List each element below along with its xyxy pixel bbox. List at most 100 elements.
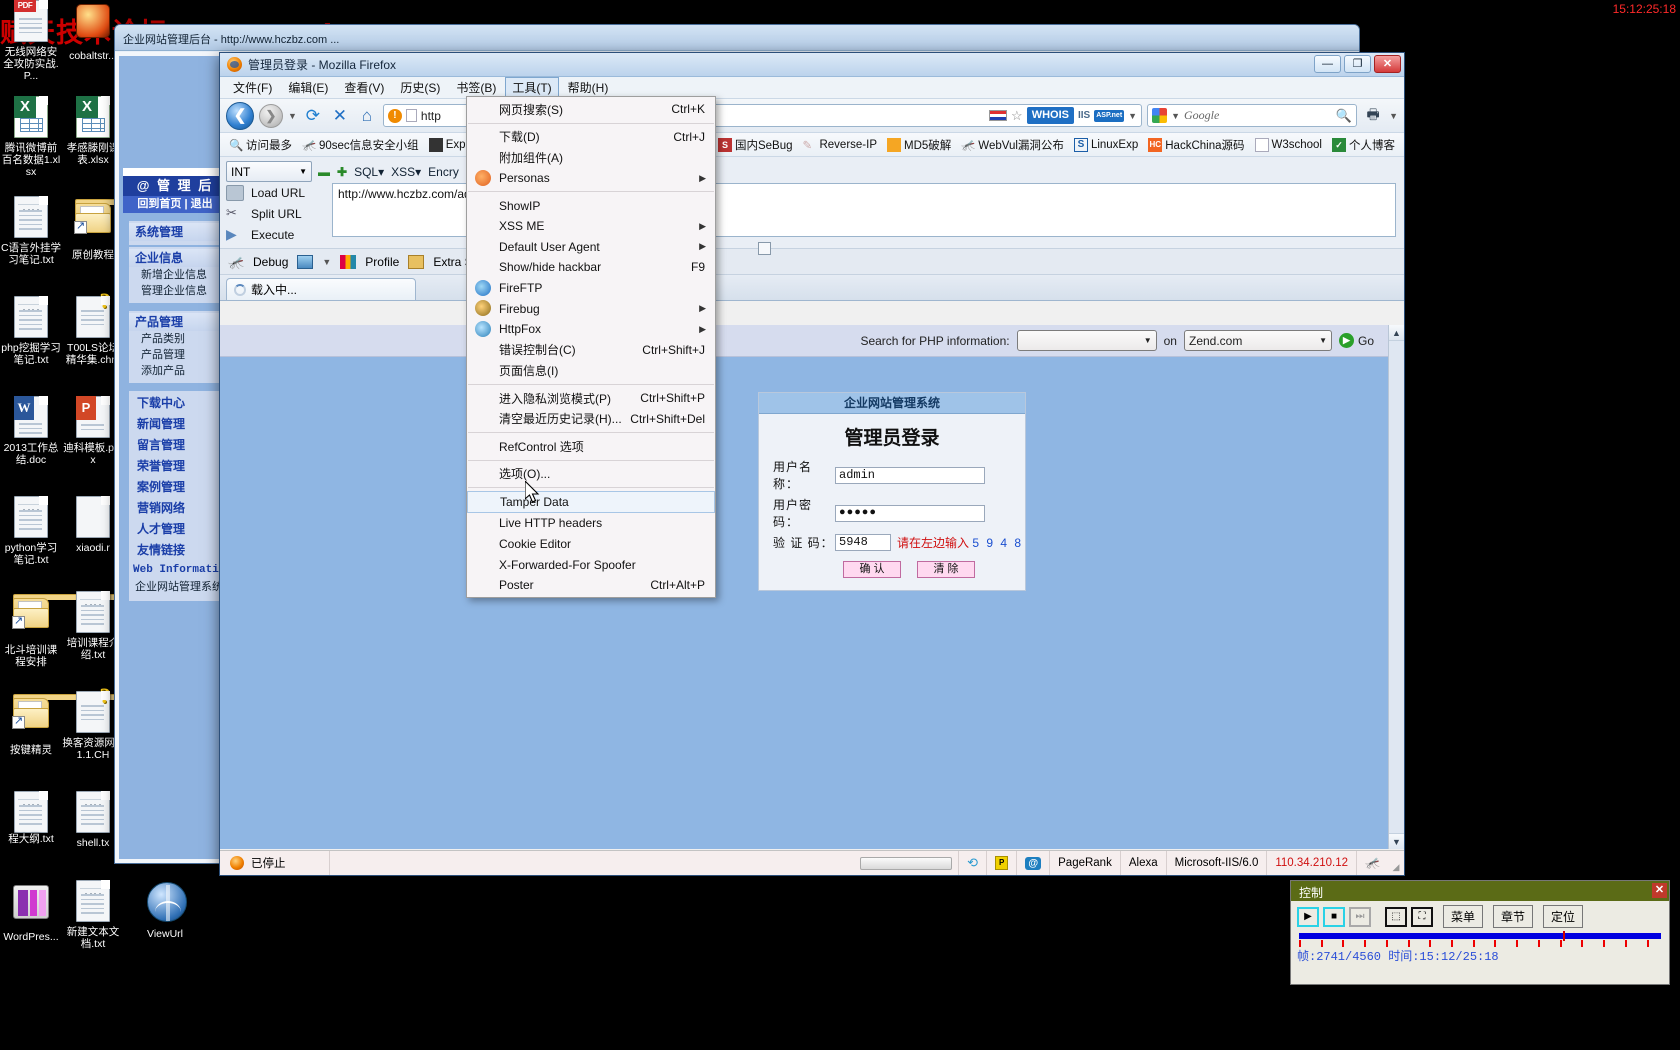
php-search-select[interactable]: ▼	[1016, 330, 1157, 351]
status-at-icon[interactable]: @	[1016, 851, 1049, 875]
stop-icon[interactable]: ✕	[329, 106, 351, 126]
player-control-window[interactable]: 控制 ✕ ▶ ■ ⏭ ⬚ ⛶ 菜单 章节 定位 帧:2741/4560 时间:1…	[1290, 880, 1670, 985]
clear-button[interactable]: 清 除	[917, 561, 975, 578]
chevron-down-icon[interactable]: ▼	[322, 257, 331, 267]
resize-grip[interactable]: ◢	[1388, 851, 1404, 875]
tools-dropdown-menu[interactable]: 网页搜索(S) Ctrl+K 下载(D) Ctrl+J 附加组件(A) Pers…	[466, 96, 716, 599]
search-icon[interactable]: 🔍	[1336, 108, 1352, 124]
minus-icon[interactable]: ▬	[318, 165, 330, 179]
nav-item[interactable]: 新增企业信息	[129, 267, 223, 283]
login-buttons[interactable]: 确 认 清 除	[843, 561, 1025, 578]
window-controls[interactable]: — ❐ ✕	[1314, 55, 1401, 73]
menu-item-poster[interactable]: Poster Ctrl+Alt+P	[467, 575, 715, 596]
secondary-checkbox[interactable]	[758, 241, 772, 255]
nav-group-title[interactable]: 产品管理	[129, 313, 223, 331]
bookmark-90sec[interactable]: 🦟 90sec信息安全小组	[299, 137, 422, 153]
firefox-navigation-toolbar[interactable]: ❮ ❯ ▼ ⟳ ✕ ⌂ ! http ☆ WHOIS IIS ASP.net ▼…	[220, 99, 1404, 133]
nav-link[interactable]: 荣誉管理	[129, 456, 223, 477]
scroll-down-icon[interactable]: ▼	[1389, 833, 1404, 849]
hackbar-sql-menu[interactable]: SQL▾	[354, 165, 384, 179]
menu-item-show-hide-hackbar[interactable]: Show/hide hackbar F9	[467, 257, 715, 278]
menu-item-options[interactable]: 选项(O)...	[467, 464, 715, 485]
menu-item-firebug[interactable]: Firebug ▶	[467, 298, 715, 319]
fullscreen-button[interactable]: ⛶	[1411, 906, 1433, 927]
menu-item-xss-me[interactable]: XSS ME ▶	[467, 216, 715, 237]
chevron-down-icon[interactable]: ▼	[1128, 111, 1137, 121]
status-alexa[interactable]: Alexa	[1119, 851, 1166, 875]
plus-icon[interactable]: ✚	[337, 165, 347, 179]
menu-tools[interactable]: 工具(T)	[505, 77, 559, 98]
sidebar-subnav[interactable]: 回到首页 | 退出	[123, 196, 227, 213]
menu-bookmarks[interactable]: 书签(B)	[449, 77, 503, 98]
hackbar-top-row[interactable]: INT ▼ ▬ ✚ SQL▾ XSS▾ Encry	[226, 161, 1398, 182]
toolbar-overflow-icon[interactable]: ▼	[1389, 111, 1398, 121]
hackbar-panel[interactable]: INT ▼ ▬ ✚ SQL▾ XSS▾ Encry Load URL ✂ Spl…	[220, 157, 1404, 255]
menu-file[interactable]: 文件(F)	[226, 77, 279, 98]
nav-item[interactable]: 添加产品	[129, 363, 223, 379]
vertical-scrollbar[interactable]: ▲ ▼	[1388, 325, 1404, 849]
bookmark-md5[interactable]: MD5破解	[884, 137, 954, 153]
execute-button[interactable]: ▶ Execute	[226, 227, 330, 243]
minimize-button[interactable]: —	[1314, 55, 1341, 73]
hackbar-encrypt-menu[interactable]: Encry	[428, 165, 459, 179]
status-p-icon[interactable]: P	[986, 851, 1016, 875]
status-firebug-icon[interactable]: 🦟	[1356, 851, 1388, 875]
player-titlebar[interactable]: 控制 ✕	[1291, 881, 1669, 901]
whois-button[interactable]: WHOIS	[1026, 107, 1074, 124]
firefox-titlebar[interactable]: 管理员登录 - Mozilla Firefox — ❐ ✕	[220, 53, 1404, 77]
chapter-button[interactable]: 章节	[1493, 905, 1534, 928]
nav-link[interactable]: 营销网络	[129, 498, 223, 519]
desktop-icon-xls-1[interactable]: X 腾讯微博前百名数据1.xlsx	[0, 96, 62, 178]
username-input[interactable]: admin	[835, 466, 985, 484]
iis-icon[interactable]: IIS	[1078, 110, 1090, 122]
menu-item-showip[interactable]: ShowIP	[467, 195, 715, 216]
php-site-select[interactable]: Zend.com ▼	[1183, 330, 1332, 351]
maximize-button[interactable]: ❐	[1344, 55, 1371, 73]
player-button-row[interactable]: ▶ ■ ⏭ ⬚ ⛶ 菜单 章节 定位	[1291, 901, 1669, 928]
close-icon[interactable]: ✕	[1652, 883, 1667, 898]
bookmarks-toolbar[interactable]: 🔍 访问最多 🦟 90sec信息安全小组 Expl S 国内SeBug ✎ Re…	[220, 133, 1404, 157]
hackbar-xss-menu[interactable]: XSS▾	[391, 165, 421, 179]
menu-item-addons[interactable]: 附加组件(A)	[467, 147, 715, 168]
nav-item[interactable]: 管理企业信息	[129, 283, 223, 299]
flag-icon[interactable]	[989, 110, 1008, 121]
hackbar-tool-row[interactable]: ▬ ✚ SQL▾ XSS▾ Encry	[318, 165, 459, 179]
menu-button[interactable]: 菜单	[1443, 905, 1484, 928]
desktop-icon-folder-3[interactable]: 按键精灵	[0, 691, 203, 756]
site-identity-icon[interactable]: !	[387, 108, 402, 123]
load-url-button[interactable]: Load URL	[226, 185, 330, 201]
menu-item-web-search[interactable]: 网页搜索(S) Ctrl+K	[467, 99, 715, 120]
menu-item-x-forwarded-for-spoofer[interactable]: X-Forwarded-For Spoofer	[467, 554, 715, 575]
browser-tab[interactable]: 载入中...	[226, 278, 416, 300]
stop-button[interactable]: ■	[1323, 906, 1345, 927]
menu-item-private-browsing[interactable]: 进入隐私浏览模式(P) Ctrl+Shift+P	[467, 388, 715, 409]
play-button[interactable]: ▶	[1297, 906, 1319, 927]
status-pagerank[interactable]: PageRank	[1049, 851, 1120, 875]
back-button[interactable]: ❮	[226, 101, 254, 130]
hackbar-encoding-select[interactable]: INT ▼	[226, 161, 312, 182]
desktop-icon-folder-2[interactable]: 北斗培训课程安排	[0, 591, 203, 668]
nav-group-title[interactable]: 系统管理	[129, 223, 223, 241]
firefox-status-bar[interactable]: 已停止 ⟲ P @ PageRank Alexa Microsoft-IIS/6…	[220, 850, 1404, 875]
firefox-menubar[interactable]: 文件(F) 编辑(E) 查看(V) 历史(S) 书签(B) 工具(T) 帮助(H…	[220, 77, 1404, 99]
bookmark-personal-blog[interactable]: ✓ 个人博客	[1329, 137, 1398, 153]
bookmark-expl[interactable]: Expl	[426, 137, 471, 152]
firebug-toolbar[interactable]: 🦟 Debug ▼ Profile Extra Stuff▾	[220, 249, 1404, 275]
bookmark-webvul[interactable]: 🦟 WebVul漏洞公布	[958, 137, 1067, 153]
menu-item-tamper-data[interactable]: Tamper Data	[467, 491, 715, 514]
bookmark-linuxexp[interactable]: S LinuxExp	[1071, 137, 1141, 152]
step-forward-button[interactable]: ⏭	[1349, 906, 1371, 927]
menu-edit[interactable]: 编辑(E)	[281, 77, 335, 98]
tab-strip[interactable]: 载入中...	[220, 275, 1404, 301]
aspnet-icon[interactable]: ASP.net	[1094, 109, 1125, 122]
close-button[interactable]: ✕	[1374, 55, 1401, 73]
capture-button[interactable]: ⬚	[1385, 906, 1407, 927]
menu-item-live-http-headers[interactable]: Live HTTP headers	[467, 513, 715, 534]
nav-link[interactable]: 友情链接	[129, 540, 223, 561]
firefox-window[interactable]: 管理员登录 - Mozilla Firefox — ❐ ✕ 文件(F) 编辑(E…	[219, 52, 1405, 876]
menu-item-downloads[interactable]: 下载(D) Ctrl+J	[467, 127, 715, 148]
site-admin-sidebar[interactable]: @ 管 理 后 回到首页 | 退出 系统管理 企业信息 新增企业信息 管理企业信…	[123, 168, 227, 669]
desktop-icon-txt-3[interactable]: python学习笔记.txt	[0, 496, 62, 566]
bookmark-star-icon[interactable]: ☆	[1011, 108, 1023, 124]
desktop-icon-doc[interactable]: W 2013工作总结.doc	[0, 396, 62, 466]
